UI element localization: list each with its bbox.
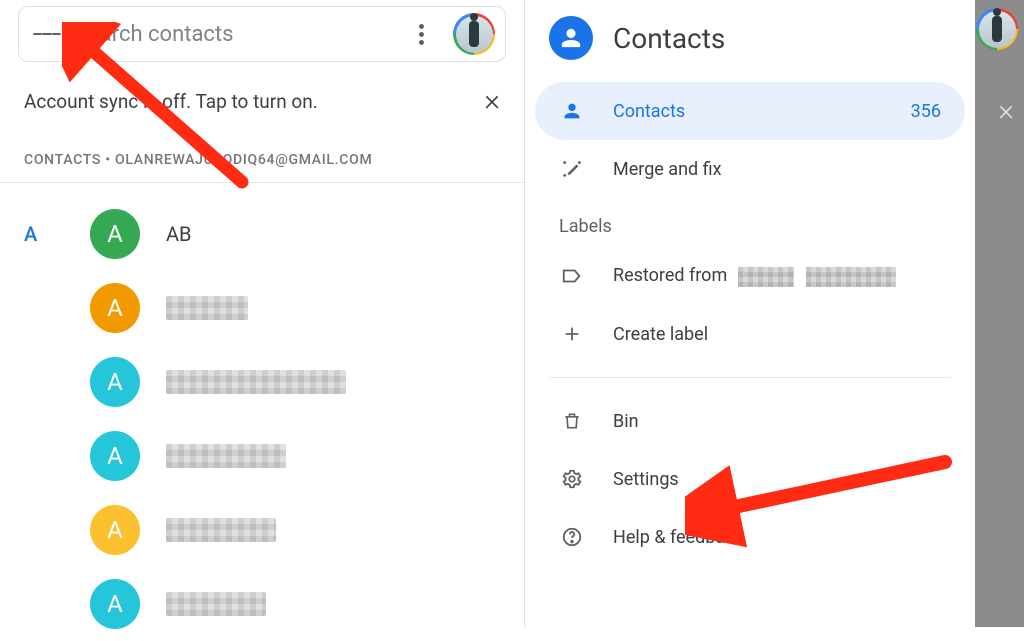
contact-avatar: A bbox=[90, 283, 140, 333]
contact-name-redacted bbox=[166, 592, 266, 616]
contact-row[interactable]: AA bbox=[0, 419, 524, 493]
contact-row[interactable]: AA bbox=[0, 345, 524, 419]
nav-label: Restored from bbox=[613, 265, 727, 286]
redacted-text bbox=[806, 267, 896, 287]
plus-icon bbox=[559, 323, 585, 345]
label-icon bbox=[559, 265, 585, 287]
contact-name-redacted bbox=[166, 518, 276, 542]
contacts-list-panel: Search contacts Account sync is off. Tap… bbox=[0, 0, 524, 627]
hamburger-menu-icon[interactable] bbox=[33, 20, 61, 48]
contact-avatar: A bbox=[90, 209, 140, 259]
search-bar: Search contacts bbox=[18, 6, 506, 62]
contact-name-redacted bbox=[166, 296, 248, 320]
sync-banner[interactable]: Account sync is off. Tap to turn on. × bbox=[0, 86, 524, 116]
section-letter: A bbox=[24, 222, 64, 246]
contacts-list: AAABAAAAAAAAAA bbox=[0, 197, 524, 641]
nav-label: Merge and fix bbox=[613, 159, 722, 180]
divider bbox=[0, 182, 524, 183]
nav-label: Settings bbox=[613, 469, 679, 490]
person-icon bbox=[559, 100, 585, 122]
nav-label: Bin bbox=[613, 411, 639, 432]
nav-contacts[interactable]: Contacts 356 bbox=[535, 82, 965, 140]
contact-name-redacted bbox=[166, 370, 346, 394]
backdrop-shade[interactable]: × bbox=[975, 0, 1024, 627]
contact-row[interactable]: AA bbox=[0, 567, 524, 641]
nav-label: Contacts bbox=[613, 101, 685, 122]
nav-merge-and-fix[interactable]: Merge and fix bbox=[535, 140, 965, 198]
contact-name-redacted bbox=[166, 444, 286, 468]
nav-help-feedback[interactable]: Help & feedback bbox=[535, 508, 965, 566]
contact-avatar: A bbox=[90, 505, 140, 555]
gear-icon bbox=[559, 468, 585, 490]
trash-icon bbox=[559, 411, 585, 431]
drawer-title: Contacts bbox=[613, 22, 725, 55]
divider bbox=[549, 377, 951, 378]
wand-icon bbox=[559, 158, 585, 180]
search-input[interactable]: Search contacts bbox=[75, 22, 395, 47]
close-icon-bg[interactable]: × bbox=[998, 96, 1014, 126]
account-avatar-bg[interactable] bbox=[976, 8, 1018, 50]
nav-bin[interactable]: Bin bbox=[535, 392, 965, 450]
contacts-app-icon bbox=[549, 16, 593, 60]
drawer-header: Contacts bbox=[525, 0, 975, 82]
account-avatar[interactable] bbox=[453, 13, 495, 55]
help-icon bbox=[559, 526, 585, 548]
more-options-icon[interactable] bbox=[409, 24, 433, 45]
nav-label: Help & feedback bbox=[613, 527, 744, 548]
contact-avatar: A bbox=[90, 357, 140, 407]
nav-settings[interactable]: Settings bbox=[535, 450, 965, 508]
contact-row[interactable]: AA bbox=[0, 493, 524, 567]
contact-row[interactable]: AA bbox=[0, 271, 524, 345]
redacted-text bbox=[738, 267, 794, 287]
nav-label: Create label bbox=[613, 324, 708, 345]
sync-text: Account sync is off. Tap to turn on. bbox=[24, 90, 318, 113]
labels-section-header: Labels bbox=[525, 198, 975, 247]
drawer-panel: Contacts Contacts 356 Merge and fix Labe… bbox=[524, 0, 1024, 627]
account-email-line: CONTACTS • OLANREWAJUSODIQ64@GMAIL.COM bbox=[24, 152, 500, 168]
contact-avatar: A bbox=[90, 431, 140, 481]
nav-restored-label[interactable]: Restored from bbox=[535, 247, 965, 305]
contact-row[interactable]: A A AB bbox=[0, 197, 524, 271]
contacts-count: 356 bbox=[911, 101, 941, 122]
close-icon[interactable]: × bbox=[484, 86, 500, 116]
nav-create-label[interactable]: Create label bbox=[535, 305, 965, 363]
contact-name: AB bbox=[166, 222, 192, 246]
contact-avatar: A bbox=[90, 579, 140, 629]
nav-drawer: Contacts Contacts 356 Merge and fix Labe… bbox=[525, 0, 975, 627]
